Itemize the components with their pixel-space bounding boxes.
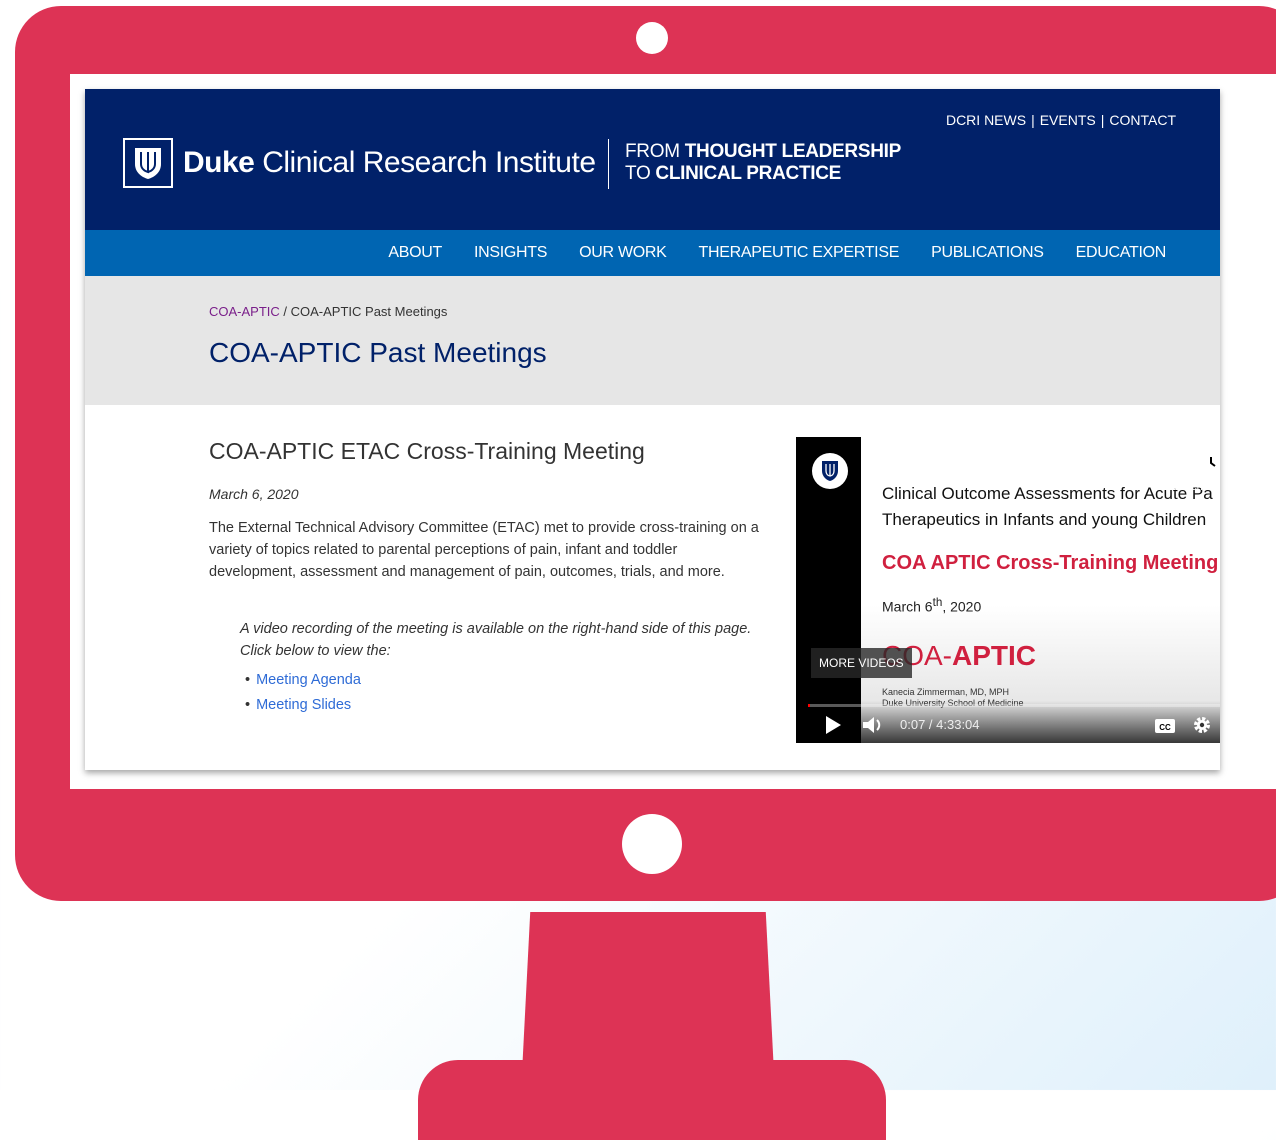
link-contact[interactable]: CONTACT	[1109, 112, 1176, 128]
meeting-agenda-link[interactable]: Meeting Agenda	[256, 672, 361, 688]
header-divider	[608, 139, 609, 189]
page-title: COA-APTIC Past Meetings	[209, 337, 547, 368]
tagline-to: TO	[625, 163, 656, 184]
video-slide-frame: Clinical Outcome Assessments for Acute P…	[861, 437, 1220, 743]
article-body: The External Technical Advisory Committe…	[209, 520, 759, 580]
watch-later-label: Watch l	[1172, 481, 1209, 493]
nav-education[interactable]: EDUCATION	[1076, 244, 1167, 262]
svg-text:CC: CC	[1159, 723, 1171, 732]
breadcrumb-separator: /	[279, 304, 291, 319]
meeting-slides-link[interactable]: Meeting Slides	[256, 697, 351, 713]
link-dcri-news[interactable]: DCRI NEWS	[946, 112, 1026, 128]
tagline-clinical-practice: CLINICAL PRACTICE	[655, 163, 842, 184]
slide-line-2: Therapeutics in Infants and young Childr…	[882, 510, 1207, 529]
breadcrumb-current: COA-APTIC Past Meetings	[290, 304, 448, 319]
article-note: A video recording of the meeting is avai…	[240, 621, 752, 659]
video-progress-fill	[808, 704, 811, 707]
settings-gear-icon[interactable]	[1192, 715, 1212, 735]
breadcrumb-parent-link[interactable]: COA-APTIC	[209, 304, 280, 319]
slide-logo-bold: APTIC	[952, 640, 1036, 671]
video-time: 0:07 / 4:33:04	[900, 717, 980, 732]
slide-heading: COA APTIC Cross-Training Meeting	[882, 552, 1219, 574]
slide-date-sup: th	[932, 596, 943, 609]
monitor-camera	[636, 22, 668, 54]
article-date: March 6, 2020	[209, 486, 299, 502]
site-tagline: FROM THOUGHT LEADERSHIP TO CLINICAL PRAC…	[625, 141, 901, 185]
resource-list: • Meeting Agenda • Meeting Slides	[245, 672, 361, 722]
slide-date-suffix: , 2020	[942, 598, 982, 615]
channel-avatar-icon[interactable]	[812, 453, 848, 489]
monitor-stand-base	[418, 1060, 886, 1140]
slide-date-prefix: March 6	[882, 598, 933, 615]
duke-shield-logo-icon[interactable]	[123, 138, 173, 188]
brand-rest: Clinical Research Institute	[254, 146, 596, 179]
tagline-from: FROM	[625, 141, 685, 162]
brand-bold: Duke	[183, 146, 255, 179]
site-brand[interactable]: Duke Clinical Research Institute	[183, 146, 596, 180]
video-progress-bar[interactable]	[808, 704, 1220, 707]
monitor-power-button	[622, 814, 682, 874]
slide-date: March 6th, 2020	[882, 596, 981, 615]
page-banner: COA-APTIC / COA-APTIC Past Meetings COA-…	[85, 276, 1220, 405]
article-heading: COA-APTIC ETAC Cross-Training Meeting	[209, 438, 645, 464]
site-header: Duke Clinical Research Institute FROM TH…	[85, 89, 1220, 230]
volume-icon[interactable]	[862, 715, 886, 735]
video-title[interactable]: ETAC Cross Training Meeting	[862, 461, 1099, 482]
slide-presenter-name: Kanecia Zimmerman, MD, MPH	[882, 687, 1010, 697]
breadcrumb: COA-APTIC / COA-APTIC Past Meetings	[209, 304, 447, 319]
nav-our-work[interactable]: OUR WORK	[579, 244, 667, 262]
list-item: • Meeting Agenda	[245, 672, 361, 688]
play-icon[interactable]	[824, 715, 842, 735]
utility-links: DCRI NEWS | EVENTS | CONTACT	[945, 112, 1176, 128]
tagline-thought-leadership: THOUGHT LEADERSHIP	[684, 141, 902, 162]
link-events[interactable]: EVENTS	[1040, 112, 1096, 128]
nav-therapeutic-expertise[interactable]: THERAPEUTIC EXPERTISE	[699, 244, 900, 262]
nav-publications[interactable]: PUBLICATIONS	[931, 244, 1044, 262]
nav-insights[interactable]: INSIGHTS	[474, 244, 547, 262]
watch-later-clock-icon[interactable]	[1199, 451, 1220, 475]
slide-line-1: Clinical Outcome Assessments for Acute P…	[882, 484, 1213, 503]
video-player[interactable]: Clinical Outcome Assessments for Acute P…	[796, 437, 1220, 743]
more-videos-button[interactable]: MORE VIDEOS	[811, 648, 912, 678]
website: Duke Clinical Research Institute FROM TH…	[85, 89, 1220, 770]
list-item: • Meeting Slides	[245, 697, 352, 713]
closed-captions-icon[interactable]: CC	[1154, 717, 1176, 735]
nav-about[interactable]: ABOUT	[388, 244, 442, 262]
main-nav: ABOUT INSIGHTS OUR WORK THERAPEUTIC EXPE…	[85, 230, 1220, 276]
